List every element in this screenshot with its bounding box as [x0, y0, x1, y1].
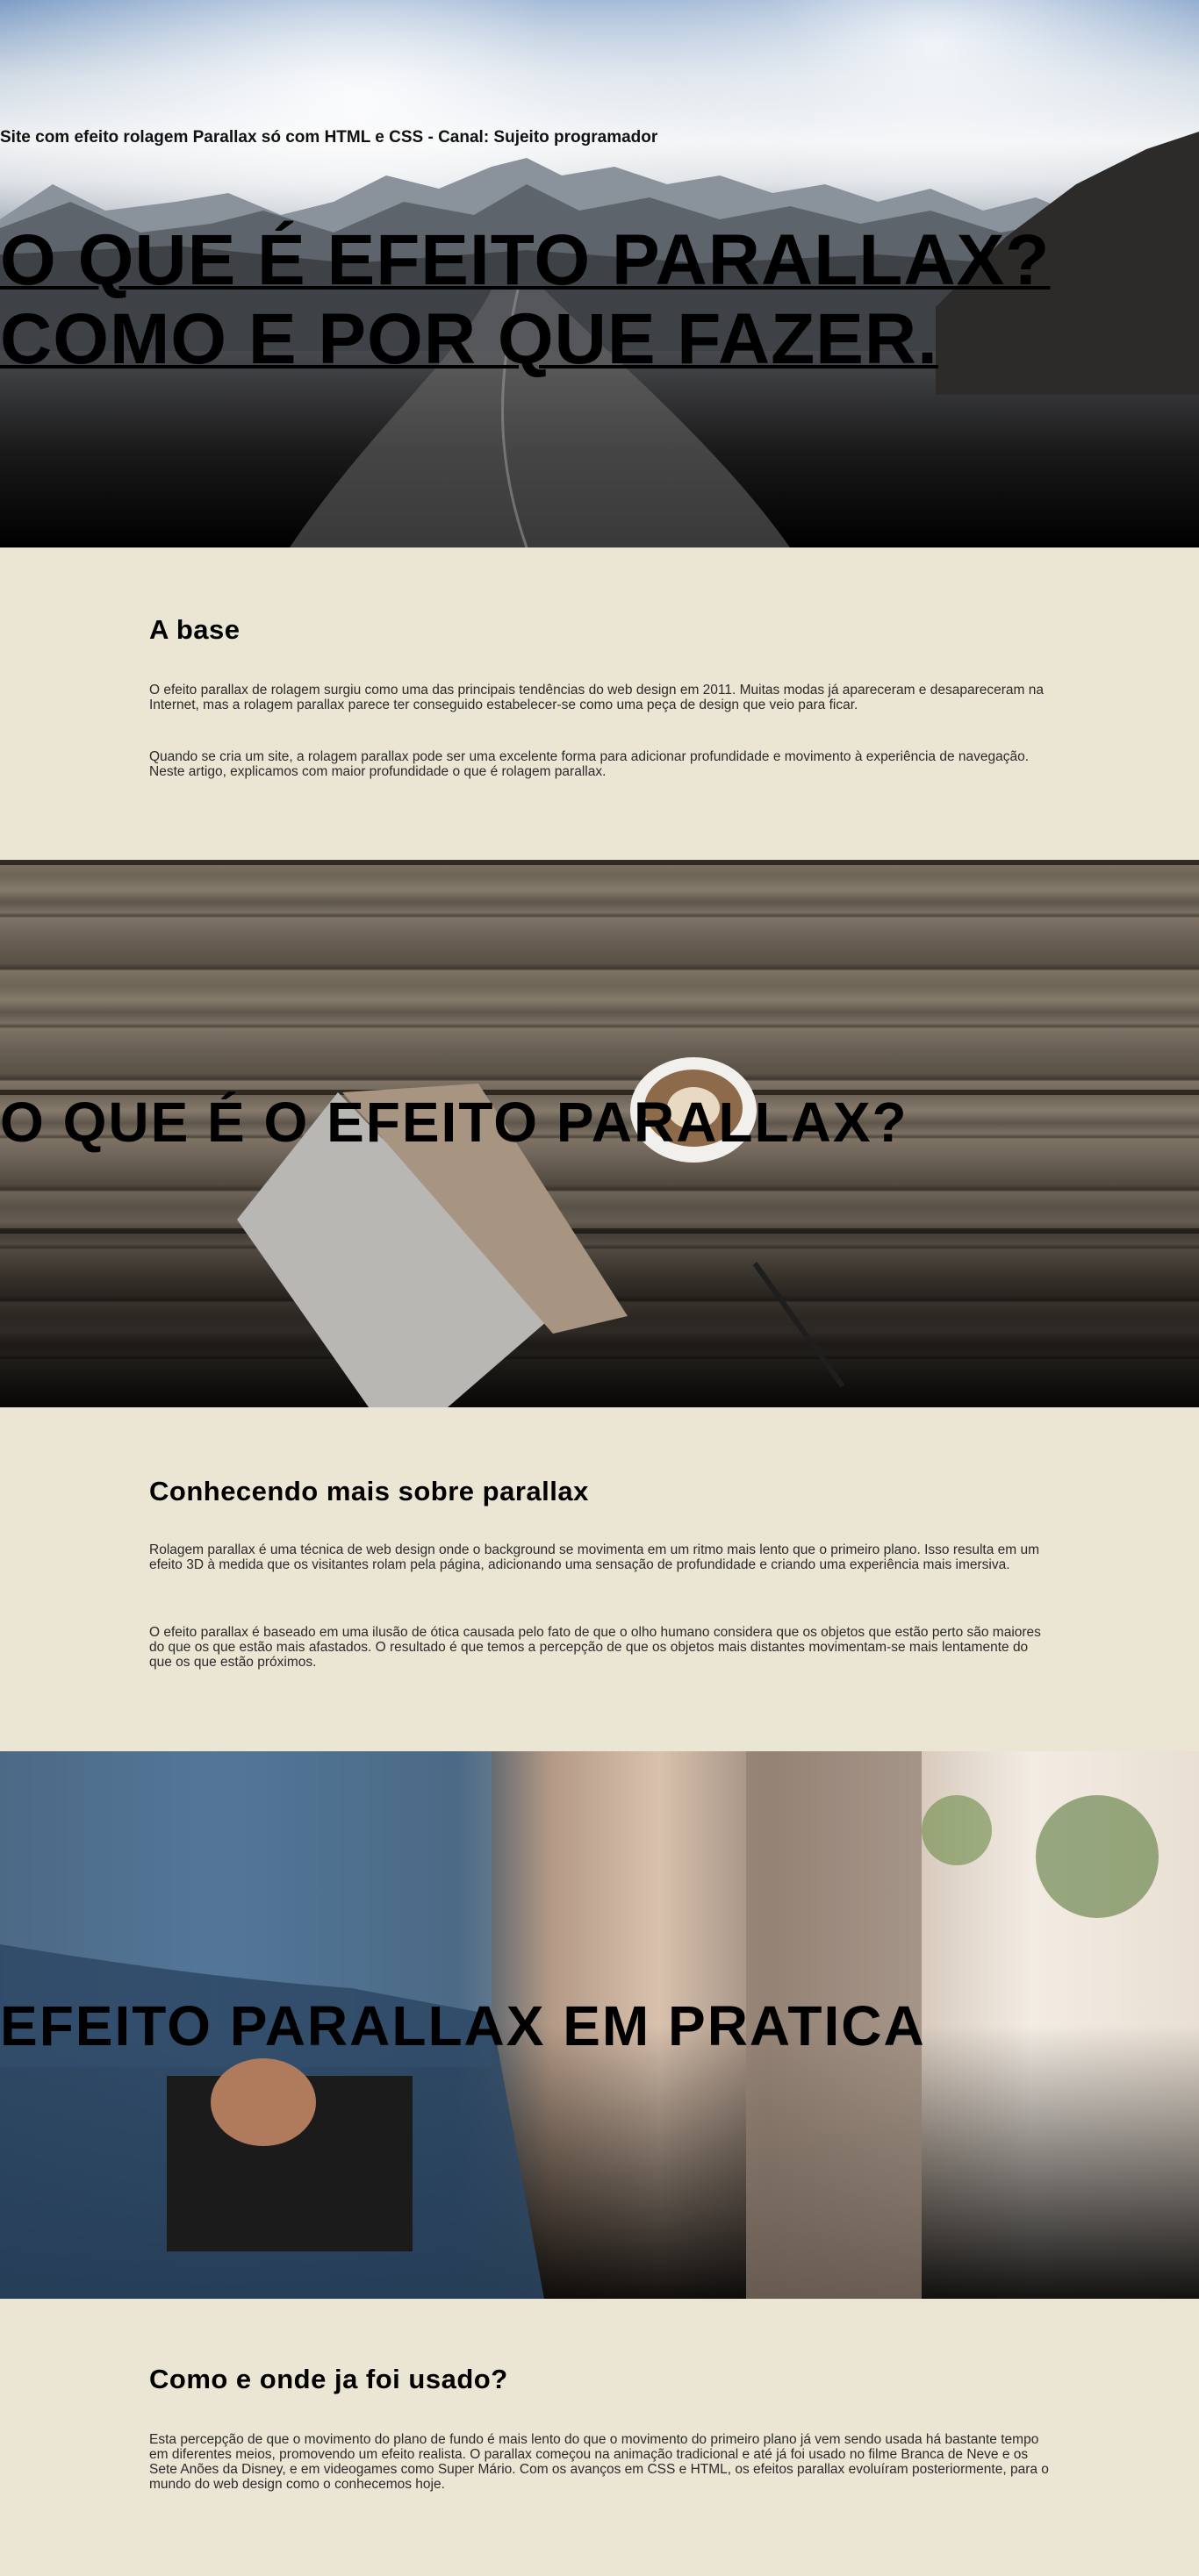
hero-title-line-2: COMO E POR QUE FAZER. — [0, 299, 938, 379]
section-como-onde: Como e onde ja foi usado? Esta percepção… — [0, 2299, 1199, 2576]
section-heading: A base — [149, 614, 241, 645]
section-paragraph: Rolagem parallax é uma técnica de web de… — [149, 1542, 1040, 1572]
section-heading: Como e onde ja foi usado? — [149, 2364, 508, 2394]
hero-wood-table: O QUE É O EFEITO PARALLAX? — [0, 860, 1199, 1407]
section-conhecendo: Conhecendo mais sobre parallax Rolagem p… — [0, 1407, 1199, 1751]
section-paragraph: Esta percepção de que o movimento do pla… — [149, 2432, 1049, 2492]
hero-title-main: O QUE É EFEITO PARALLAX? COMO E POR QUE … — [0, 221, 1050, 379]
section-paragraph: Quando se cria um site, a rolagem parall… — [149, 749, 1030, 779]
section-heading: Conhecendo mais sobre parallax — [149, 1476, 589, 1506]
section-paragraph: O efeito parallax de rolagem surgiu como… — [149, 683, 1044, 712]
section-a-base: A base O efeito parallax de rolagem surg… — [0, 547, 1199, 860]
section-paragraph: O efeito parallax é baseado em uma ilusã… — [149, 1625, 1041, 1670]
hero-person-photo: EFEITO PARALLAX EM PRATICA — [0, 1751, 1199, 2299]
hero-mountain-road: Site com efeito rolagem Parallax só com … — [0, 0, 1199, 547]
hero-title-line-1: O QUE É EFEITO PARALLAX? — [0, 220, 1051, 300]
hero-title: EFEITO PARALLAX EM PRATICA — [0, 1994, 926, 2057]
site-title: Site com efeito rolagem Parallax só com … — [0, 128, 658, 147]
hero-title: O QUE É O EFEITO PARALLAX? — [0, 1091, 908, 1154]
